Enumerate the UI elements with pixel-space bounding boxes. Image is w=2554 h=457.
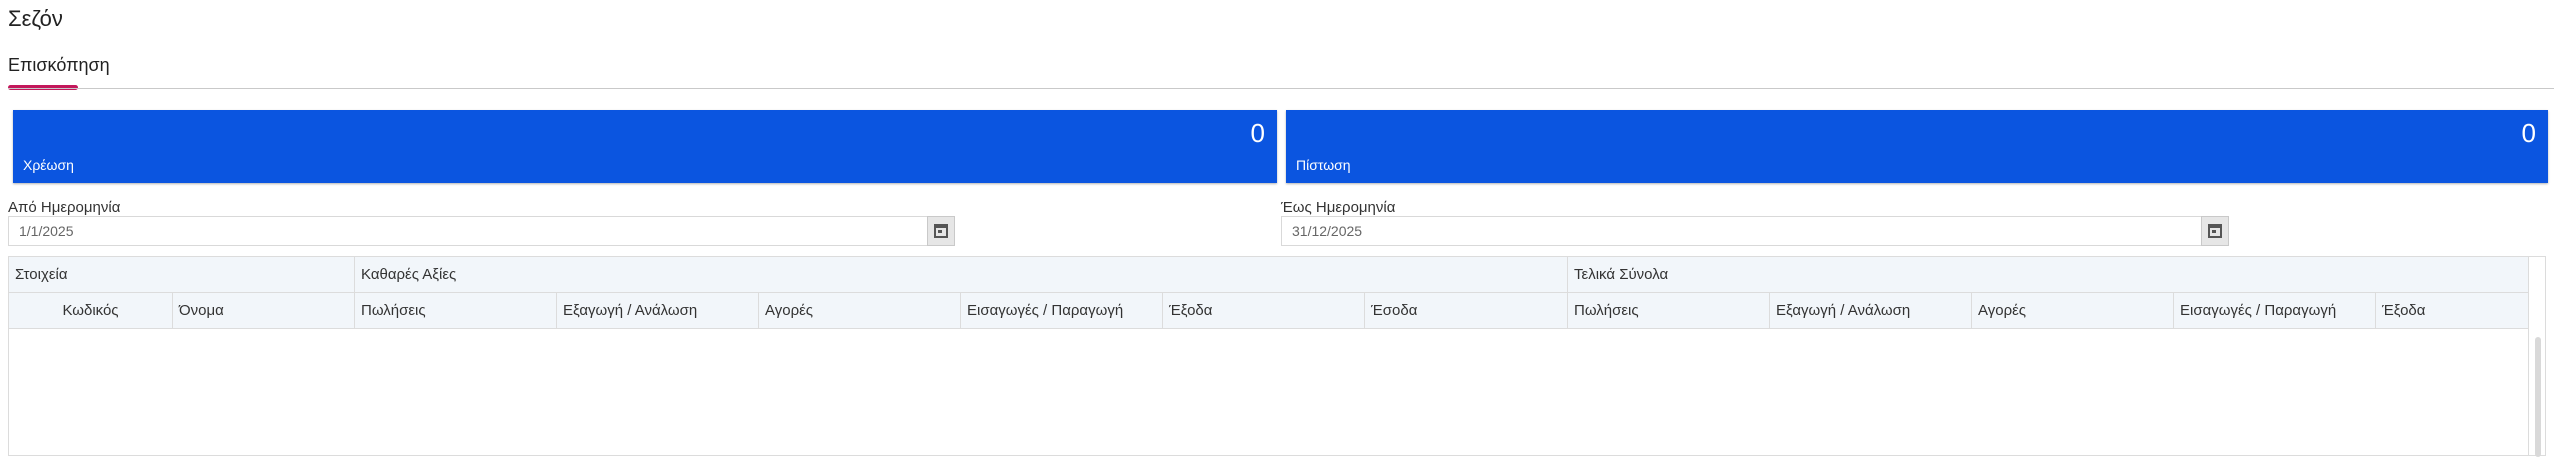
credit-label: Πίστωση [1296,157,1351,173]
column-header-net-purchases[interactable]: Αγορές [759,293,961,328]
group-header-details: Στοιχεία [9,257,355,292]
from-date-picker-button[interactable] [927,216,955,246]
from-date-field[interactable]: 1/1/2025 [8,216,928,246]
tab-bar-divider [8,88,2554,89]
debit-label: Χρέωση [23,157,74,173]
grid-vertical-scrollbar[interactable] [2528,257,2545,457]
group-header-final-totals: Τελικά Σύνολα [1568,257,2531,292]
column-header-total-sales[interactable]: Πωλήσεις [1568,293,1770,328]
tab-overview[interactable]: Επισκόπηση [8,55,110,76]
to-date-label: Έως Ημερομηνία [1281,199,1396,216]
grid-body [9,329,2529,455]
column-header-net-sales[interactable]: Πωλήσεις [355,293,557,328]
column-header-total-exports[interactable]: Εξαγωγή / Ανάλωση [1770,293,1972,328]
tab-bar: Επισκόπηση [0,52,2554,90]
credit-card: 0 Πίστωση [1286,110,2548,183]
column-header-name[interactable]: Όνομα [173,293,355,328]
column-header-total-imports[interactable]: Εισαγωγές / Παραγωγή [2174,293,2376,328]
calendar-icon [934,224,948,238]
grid-column-header-row: Κωδικός Όνομα Πωλήσεις Εξαγωγή / Ανάλωση… [9,293,2531,329]
column-header-net-imports[interactable]: Εισαγωγές / Παραγωγή [961,293,1163,328]
column-header-code[interactable]: Κωδικός [9,293,173,328]
column-header-total-expenses[interactable]: Έξοδα [2376,293,2531,328]
column-header-net-exports[interactable]: Εξαγωγή / Ανάλωση [557,293,759,328]
to-date-field[interactable]: 31/12/2025 [1281,216,2202,246]
group-header-net-values: Καθαρές Αξίες [355,257,1568,292]
page-title: Σεζόν [8,6,63,31]
data-grid: Στοιχεία Καθαρές Αξίες Τελικά Σύνολα Κωδ… [8,256,2546,457]
scrollbar-thumb[interactable] [2535,337,2541,457]
debit-value: 0 [1250,118,1265,148]
calendar-icon [2208,224,2222,238]
debit-card: 0 Χρέωση [13,110,1277,183]
column-header-net-revenue[interactable]: Έσοδα [1365,293,1568,328]
column-header-net-expenses[interactable]: Έξοδα [1163,293,1365,328]
credit-value: 0 [2521,118,2536,148]
grid-group-header-row: Στοιχεία Καθαρές Αξίες Τελικά Σύνολα [9,257,2531,293]
from-date-label: Από Ημερομηνία [8,199,121,216]
to-date-picker-button[interactable] [2201,216,2229,246]
column-header-total-purchases[interactable]: Αγορές [1972,293,2174,328]
